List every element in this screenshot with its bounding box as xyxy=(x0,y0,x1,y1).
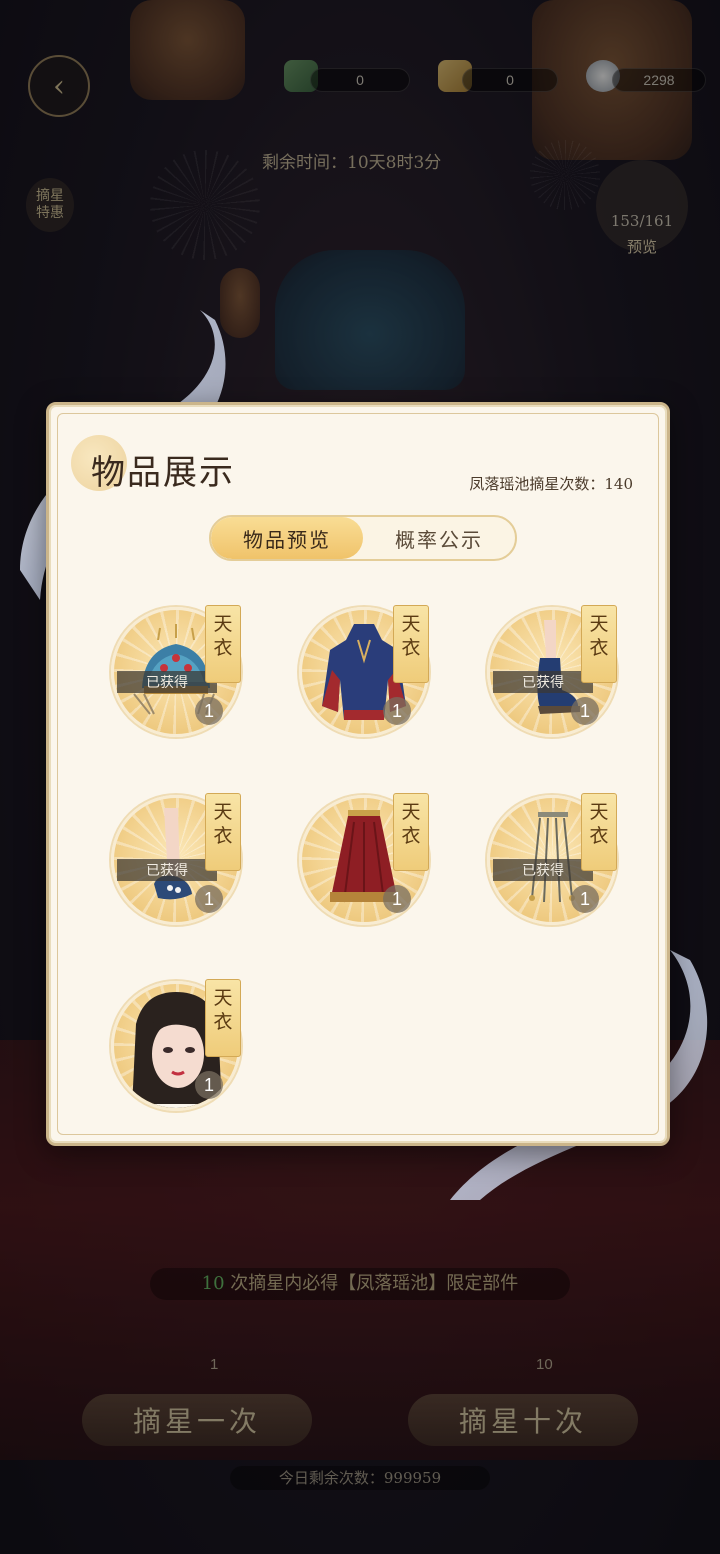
tier-char1: 天 xyxy=(213,613,233,635)
item-quantity: 1 xyxy=(571,697,599,725)
tier-char2: 衣 xyxy=(589,825,609,847)
item-card[interactable]: 已获得 天 衣 1 xyxy=(105,789,245,929)
tier-badge: 天 衣 xyxy=(205,605,241,683)
tier-badge: 天 衣 xyxy=(393,793,429,871)
item-card[interactable]: 天 衣 1 xyxy=(293,601,433,741)
item-card[interactable]: 已获得 天 衣 1 xyxy=(481,789,621,929)
tier-char1: 天 xyxy=(589,801,609,823)
tier-char2: 衣 xyxy=(589,637,609,659)
pull-count: 凤落瑶池摘星次数：140 xyxy=(469,475,633,493)
tier-char1: 天 xyxy=(401,801,421,823)
tier-char2: 衣 xyxy=(213,637,233,659)
item-quantity: 1 xyxy=(571,885,599,913)
item-card[interactable]: 已获得 天 衣 1 xyxy=(481,601,621,741)
item-card[interactable]: 已获得 天 衣 1 xyxy=(105,601,245,741)
tier-badge: 天 衣 xyxy=(393,605,429,683)
tier-badge: 天 衣 xyxy=(581,605,617,683)
tier-char2: 衣 xyxy=(213,1011,233,1033)
item-quantity: 1 xyxy=(383,885,411,913)
obtained-label: 已获得 xyxy=(117,859,217,881)
obtained-label: 已获得 xyxy=(117,671,217,693)
panel-title: 物品展示 xyxy=(91,453,235,493)
tier-char1: 天 xyxy=(213,987,233,1009)
item-quantity: 1 xyxy=(195,1071,223,1099)
obtained-label: 已获得 xyxy=(493,859,593,881)
tier-char1: 天 xyxy=(589,613,609,635)
item-card[interactable]: 天 衣 1 xyxy=(293,789,433,929)
tab-probability[interactable]: 概率公示 xyxy=(363,517,515,559)
tier-char1: 天 xyxy=(213,801,233,823)
tab-item-preview[interactable]: 物品预览 xyxy=(211,517,363,559)
tier-badge: 天 衣 xyxy=(581,793,617,871)
panel-tabs: 物品预览 概率公示 xyxy=(209,515,517,561)
tier-char2: 衣 xyxy=(401,637,421,659)
obtained-label: 已获得 xyxy=(493,671,593,693)
tier-badge: 天 衣 xyxy=(205,793,241,871)
tier-char2: 衣 xyxy=(213,825,233,847)
tier-char2: 衣 xyxy=(401,825,421,847)
item-card[interactable]: 天 衣 1 xyxy=(105,975,245,1115)
tier-char1: 天 xyxy=(401,613,421,635)
tier-badge: 天 衣 xyxy=(205,979,241,1057)
item-showcase-panel: 物品展示 凤落瑶池摘星次数：140 物品预览 概率公示 已获得 天 衣 1 天 … xyxy=(46,402,670,1146)
item-quantity: 1 xyxy=(195,697,223,725)
item-quantity: 1 xyxy=(383,697,411,725)
item-quantity: 1 xyxy=(195,885,223,913)
